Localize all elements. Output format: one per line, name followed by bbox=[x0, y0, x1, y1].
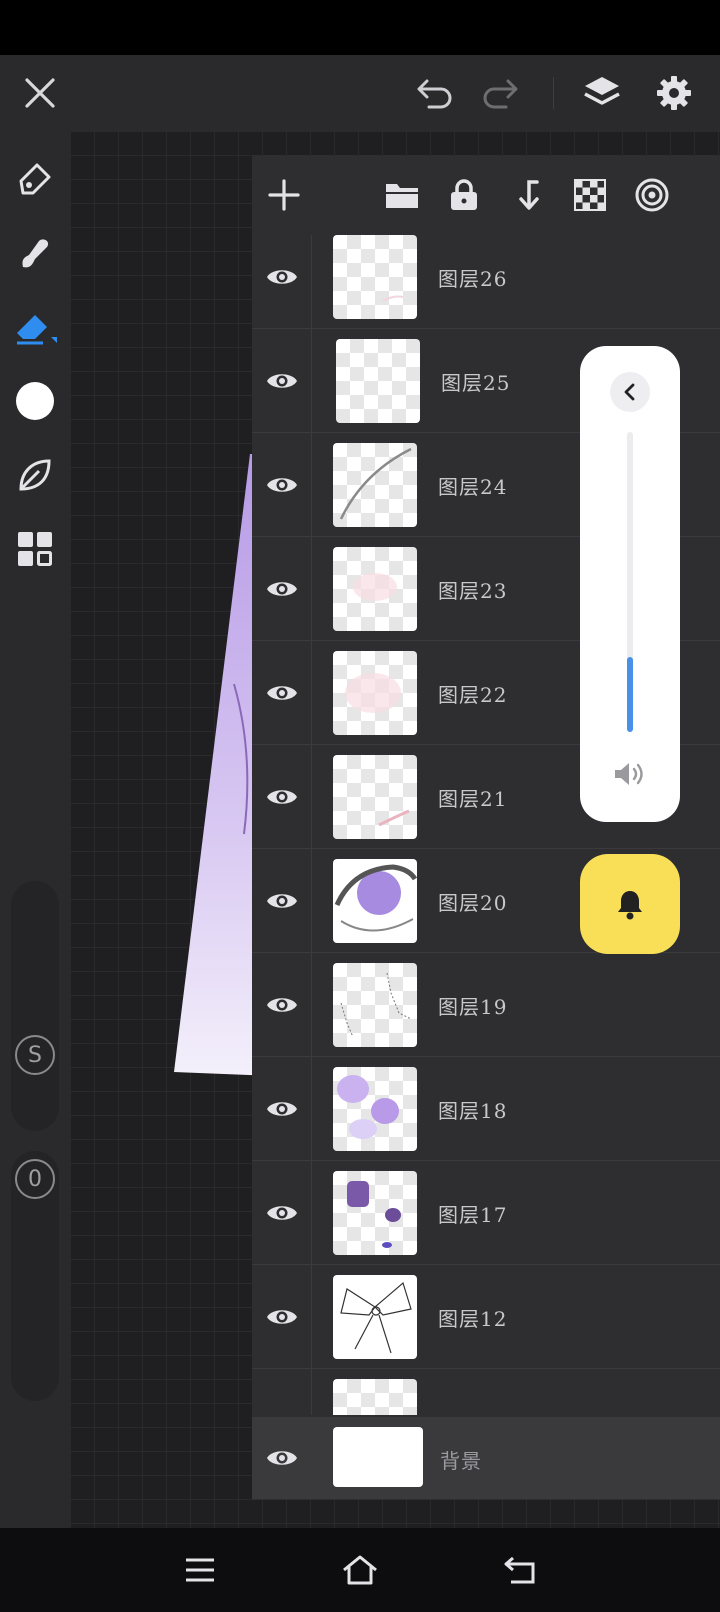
layer-thumbnail bbox=[333, 1275, 417, 1359]
layer-name: 图层19 bbox=[438, 995, 508, 1019]
eye-icon[interactable] bbox=[252, 537, 312, 641]
eye-icon[interactable] bbox=[252, 1057, 312, 1161]
layer-thumbnail bbox=[333, 1427, 423, 1487]
layer-row[interactable]: 图层26 bbox=[252, 235, 720, 329]
layer-name: 图层12 bbox=[438, 1307, 508, 1331]
layer-thumbnail bbox=[333, 235, 417, 319]
layer-thumbnail bbox=[333, 547, 417, 631]
chevron-left-icon[interactable] bbox=[610, 372, 650, 412]
layer-name: 图层17 bbox=[438, 1203, 508, 1227]
size-slider-knob[interactable]: S bbox=[15, 1035, 55, 1075]
layer-thumbnail bbox=[333, 1379, 417, 1415]
close-icon[interactable] bbox=[20, 73, 60, 113]
brush-size-slider[interactable]: S bbox=[11, 881, 59, 1131]
layer-name: 图层26 bbox=[438, 267, 508, 291]
lock-icon[interactable] bbox=[444, 175, 484, 215]
layer-thumbnail bbox=[333, 443, 417, 527]
layer-name: 图层23 bbox=[438, 579, 508, 603]
add-icon[interactable] bbox=[264, 175, 304, 215]
toolbar-divider bbox=[553, 77, 554, 109]
layer-row[interactable]: 图层19 bbox=[252, 953, 720, 1057]
eye-icon[interactable] bbox=[252, 641, 312, 745]
top-toolbar bbox=[0, 55, 720, 131]
menu-icon[interactable] bbox=[176, 1546, 224, 1594]
layer-name: 图层21 bbox=[438, 787, 508, 811]
volume-slider[interactable] bbox=[627, 432, 633, 732]
layer-row[interactable]: 图层12 bbox=[252, 1265, 720, 1369]
layer-name: 背景 bbox=[440, 1449, 482, 1473]
layer-thumbnail bbox=[333, 651, 417, 735]
layer-row[interactable] bbox=[252, 1369, 720, 1415]
gear-icon[interactable] bbox=[652, 71, 696, 115]
layer-thumbnail bbox=[333, 755, 417, 839]
bell-icon[interactable] bbox=[580, 854, 680, 954]
layer-name: 图层20 bbox=[438, 891, 508, 915]
color-swatch[interactable] bbox=[11, 377, 59, 425]
pen-icon[interactable] bbox=[11, 155, 59, 203]
home-icon[interactable] bbox=[336, 1546, 384, 1594]
target-icon[interactable] bbox=[632, 175, 672, 215]
layer-thumbnail bbox=[336, 339, 420, 423]
eye-icon[interactable] bbox=[252, 235, 312, 329]
volume-slider-fill bbox=[627, 657, 633, 732]
eye-icon[interactable] bbox=[252, 745, 312, 849]
eye-icon[interactable] bbox=[252, 433, 312, 537]
eye-icon[interactable] bbox=[252, 1161, 312, 1265]
opacity-slider[interactable]: 0 bbox=[11, 1151, 59, 1401]
grid-menu-icon[interactable] bbox=[11, 525, 59, 573]
layer-name: 图层18 bbox=[438, 1099, 508, 1123]
status-bar bbox=[0, 0, 720, 55]
eraser-icon[interactable] bbox=[11, 303, 59, 351]
layers-toolbar bbox=[252, 155, 720, 235]
volume-panel bbox=[580, 346, 680, 822]
transparency-icon[interactable] bbox=[570, 175, 610, 215]
opacity-slider-knob[interactable]: 0 bbox=[15, 1159, 55, 1199]
smudge-icon[interactable] bbox=[11, 229, 59, 277]
layer-thumbnail bbox=[333, 963, 417, 1047]
system-navbar bbox=[0, 1528, 720, 1612]
layer-name: 图层24 bbox=[438, 475, 508, 499]
left-toolbar: S 0 bbox=[0, 131, 70, 1528]
eye-icon[interactable] bbox=[252, 1369, 312, 1415]
leaf-icon[interactable] bbox=[11, 451, 59, 499]
layer-name: 图层25 bbox=[441, 371, 511, 395]
layer-row[interactable]: 图层18 bbox=[252, 1057, 720, 1161]
layer-row[interactable]: 图层17 bbox=[252, 1161, 720, 1265]
undo-icon[interactable] bbox=[413, 73, 457, 113]
layer-thumbnail bbox=[333, 859, 417, 943]
layer-thumbnail bbox=[333, 1067, 417, 1151]
redo-icon[interactable] bbox=[478, 73, 522, 113]
eye-icon[interactable] bbox=[252, 1417, 312, 1499]
eye-icon[interactable] bbox=[252, 849, 312, 953]
eye-icon[interactable] bbox=[252, 329, 312, 433]
layers-icon[interactable] bbox=[580, 71, 624, 115]
background-layer-row[interactable]: 背景 bbox=[252, 1417, 720, 1499]
layer-name: 图层22 bbox=[438, 683, 508, 707]
eye-icon[interactable] bbox=[252, 953, 312, 1057]
eye-icon[interactable] bbox=[252, 1265, 312, 1369]
merge-down-icon[interactable] bbox=[508, 175, 548, 215]
back-icon[interactable] bbox=[496, 1546, 544, 1594]
folder-icon[interactable] bbox=[382, 175, 422, 215]
speaker-icon[interactable] bbox=[610, 754, 650, 794]
layer-thumbnail bbox=[333, 1171, 417, 1255]
